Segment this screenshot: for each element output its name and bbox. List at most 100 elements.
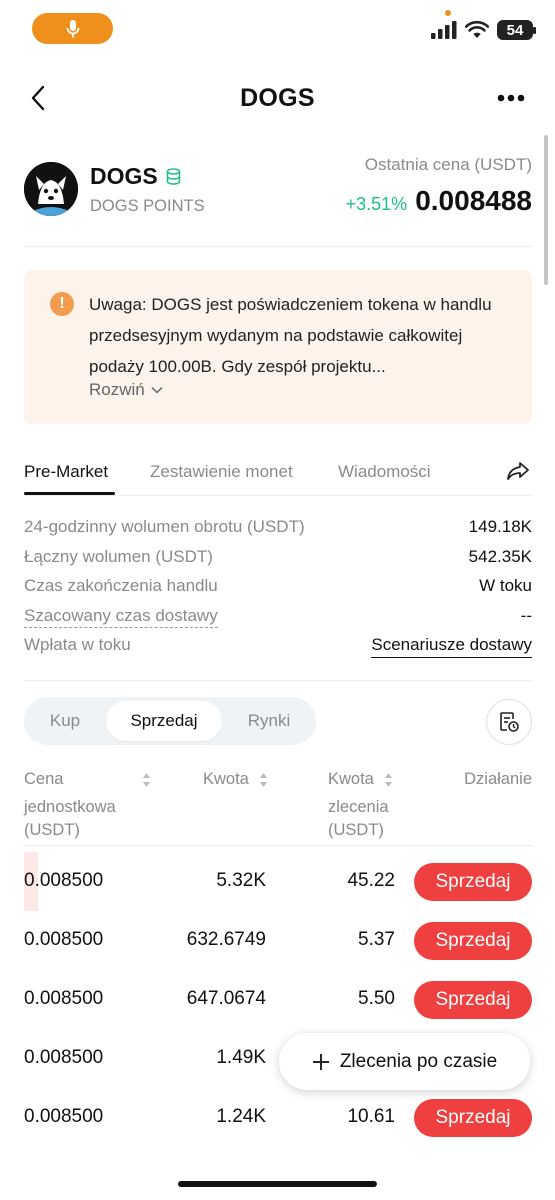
plus-icon xyxy=(312,1053,329,1070)
table-row: 0.008500 5.32K 45.22 Sprzedaj xyxy=(24,852,532,911)
row-amount: 632.6749 xyxy=(186,929,266,950)
token-name-text: DOGS xyxy=(90,163,158,189)
row-amount: 5.32K xyxy=(216,870,266,891)
stat-value: 149.18K xyxy=(468,517,532,536)
expand-label: Rozwiń xyxy=(89,380,145,399)
row-price: 0.008500 xyxy=(24,988,104,1009)
order-history-button[interactable] xyxy=(486,699,532,745)
header-text: jednostkowa xyxy=(24,797,116,816)
page-title: DOGS xyxy=(240,84,315,112)
home-indicator[interactable] xyxy=(178,1181,377,1187)
share-button[interactable] xyxy=(506,460,532,486)
table-row: 0.008500 647.0674 5.50 Sprzedaj xyxy=(24,970,532,1029)
share-icon xyxy=(507,462,529,480)
segment-buy[interactable]: Kup xyxy=(32,701,98,741)
divider xyxy=(24,246,532,247)
sell-button[interactable]: Sprzedaj xyxy=(414,922,532,960)
microphone-indicator xyxy=(32,13,113,44)
dog-logo-icon xyxy=(24,162,78,216)
warning-icon: ! xyxy=(50,292,74,316)
header-text: Kwota xyxy=(328,770,374,788)
header-text: (USDT) xyxy=(24,821,80,839)
sort-icon xyxy=(142,772,151,796)
header-text: Cena xyxy=(24,770,64,788)
expand-button[interactable]: Rozwiń xyxy=(89,380,163,400)
stat-row: Czas zakończenia handlu W toku xyxy=(24,574,532,604)
row-price: 0.008500 xyxy=(24,1106,104,1127)
table-row: 0.008500 1.24K 10.61 Sprzedaj xyxy=(24,1088,532,1147)
stat-label: Czas zakończenia handlu xyxy=(24,576,218,595)
row-amount: 1.49K xyxy=(216,1047,266,1068)
stat-row: 24-godzinny wolumen obrotu (USDT) 149.18… xyxy=(24,515,532,545)
status-bar: 54 xyxy=(0,0,555,58)
token-info: DOGS DOGS POINTS Ostatnia cena (USDT) +3… xyxy=(24,155,532,231)
row-order-amount: 5.50 xyxy=(358,988,395,1009)
divider xyxy=(24,680,532,681)
last-price: 0.008488 xyxy=(415,185,532,216)
app-header: DOGS xyxy=(0,70,555,126)
header-text: (USDT) xyxy=(328,821,384,839)
tab-coin-overview[interactable]: Zestawienie monet xyxy=(150,462,293,482)
header-unit-price[interactable]: Cena jednostkowa (USDT) xyxy=(24,768,151,843)
stat-label: Wpłata w toku xyxy=(24,635,131,654)
fab-label: Zlecenia po czasie xyxy=(339,1050,498,1072)
signal-icon xyxy=(431,21,457,39)
row-amount: 1.24K xyxy=(216,1106,266,1127)
token-avatar xyxy=(24,162,78,216)
more-dots-icon xyxy=(497,94,525,102)
tab-bar: Pre-Market Zestawienie monet Wiadomości xyxy=(24,454,532,496)
segment-sell[interactable]: Sprzedaj xyxy=(106,701,222,741)
segment-markets[interactable]: Rynki xyxy=(230,701,308,741)
price-line: +3.51% 0.008488 xyxy=(346,185,532,217)
sell-button[interactable]: Sprzedaj xyxy=(414,981,532,1019)
wifi-icon xyxy=(465,21,489,38)
row-amount: 647.0674 xyxy=(186,988,266,1009)
sort-icon xyxy=(259,772,268,796)
stat-value: 542.35K xyxy=(468,546,532,566)
warning-banner: ! Uwaga: DOGS jest poświadczeniem tokena… xyxy=(24,270,532,424)
microphone-icon xyxy=(66,19,79,37)
orders-table-body: 0.008500 5.32K 45.22 Sprzedaj 0.008500 6… xyxy=(24,852,532,1147)
row-price: 0.008500 xyxy=(24,870,104,891)
order-history-icon xyxy=(500,712,519,732)
header-action: Działanie xyxy=(464,770,532,788)
warning-text: Uwaga: DOGS jest poświadczeniem tokena w… xyxy=(89,295,492,376)
last-price-label: Ostatnia cena (USDT) xyxy=(364,155,532,174)
row-price: 0.008500 xyxy=(24,1047,104,1068)
price-change: +3.51% xyxy=(345,194,408,214)
more-options-button[interactable] xyxy=(493,84,529,112)
sort-icon xyxy=(384,772,393,796)
table-row: 0.008500 632.6749 5.37 Sprzedaj xyxy=(24,911,532,970)
coin-stack-icon xyxy=(166,168,180,185)
market-stats: 24-godzinny wolumen obrotu (USDT) 149.18… xyxy=(24,515,532,663)
stat-value: W toku xyxy=(479,576,532,595)
tab-news[interactable]: Wiadomości xyxy=(338,462,431,482)
estimated-delivery-label[interactable]: Szacowany czas dostawy xyxy=(24,606,218,628)
sell-button[interactable]: Sprzedaj xyxy=(414,1099,532,1137)
header-order-amount[interactable]: Kwota zlecenia (USDT) xyxy=(328,768,393,843)
tab-pre-market[interactable]: Pre-Market xyxy=(24,462,108,482)
stat-row: Łączny wolumen (USDT) 542.35K xyxy=(24,545,532,575)
row-order-amount: 10.61 xyxy=(347,1106,395,1127)
row-order-amount: 45.22 xyxy=(347,870,395,891)
row-order-amount: 5.37 xyxy=(358,929,395,950)
row-price: 0.008500 xyxy=(24,929,104,950)
stat-value: -- xyxy=(520,605,532,625)
stat-row: Szacowany czas dostawy -- xyxy=(24,604,532,634)
scrollbar[interactable] xyxy=(544,135,548,285)
chevron-down-icon xyxy=(151,386,163,394)
stat-label: 24-godzinny wolumen obrotu (USDT) xyxy=(24,517,305,536)
header-amount[interactable]: Kwota xyxy=(203,768,268,796)
token-name: DOGS xyxy=(90,163,181,190)
header-text: zlecenia xyxy=(328,797,389,816)
delivery-scenarios-link[interactable]: Scenariusze dostawy xyxy=(371,635,532,658)
orders-table-header: Cena jednostkowa (USDT) Kwota Kwota zlec… xyxy=(24,768,532,846)
active-tab-indicator xyxy=(24,492,115,495)
stat-label: Łączny wolumen (USDT) xyxy=(24,546,213,566)
header-text: Kwota xyxy=(203,770,249,788)
token-subtitle: DOGS POINTS xyxy=(90,197,205,215)
order-type-segmented-control: Kup Sprzedaj Rynki xyxy=(24,697,316,745)
sell-button[interactable]: Sprzedaj xyxy=(414,863,532,901)
privacy-indicator-dot xyxy=(445,10,451,16)
orders-over-time-button[interactable]: Zlecenia po czasie xyxy=(279,1033,530,1090)
